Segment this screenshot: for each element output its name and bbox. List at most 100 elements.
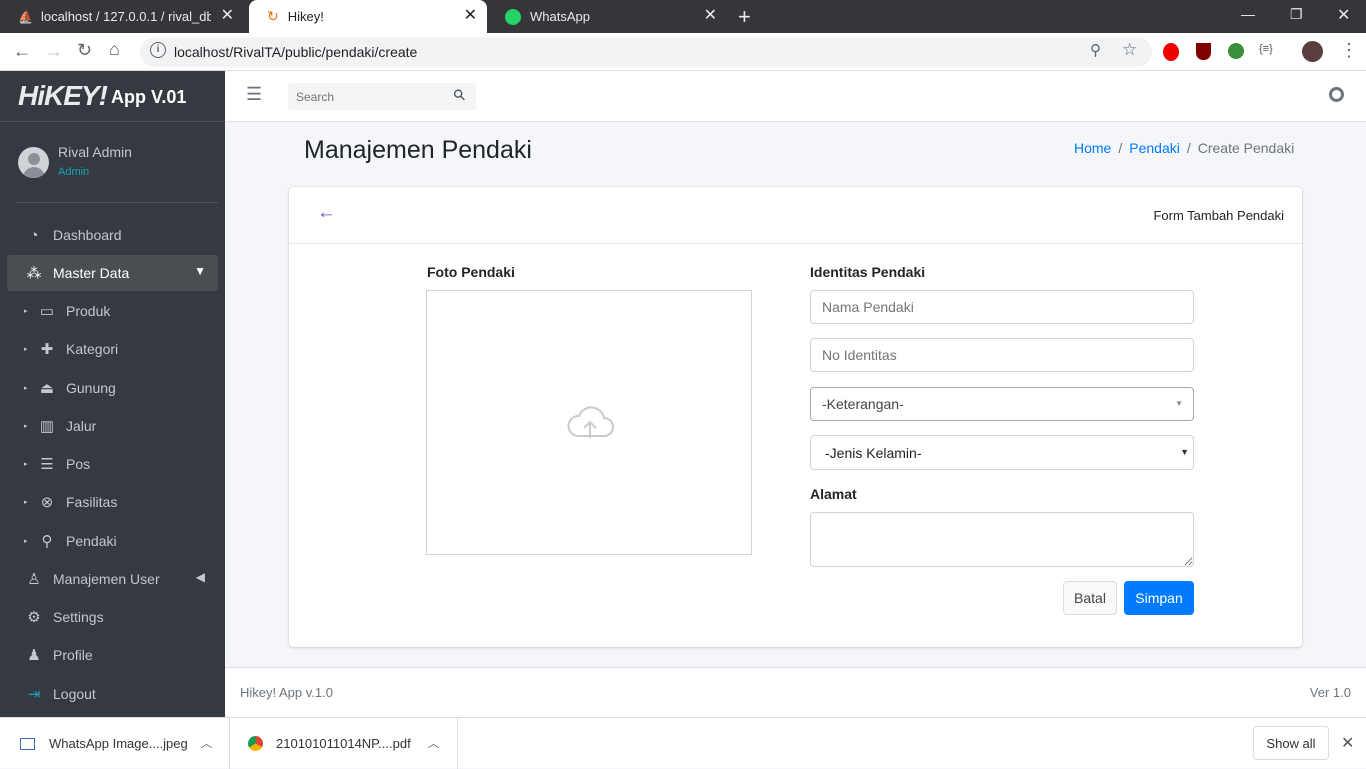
breadcrumb-separator: / [1118,140,1123,156]
sidebar-subitem-jalur[interactable]: ▸ ▥ Jalur [7,408,218,444]
breadcrumb-pendaki-link[interactable]: Pendaki [1129,140,1180,156]
user-role: Admin [58,166,90,178]
search-input[interactable] [288,83,448,110]
map-icon: ▥ [39,418,55,435]
dashboard-icon: ◔ [29,226,39,244]
address-bar-row: ← → ↻ ⌂ i localhost/RivalTA/public/penda… [0,33,1366,71]
sidebar-item-dashboard[interactable]: ◔ Dashboard [7,217,218,253]
sidebar-subitem-fasilitas[interactable]: ▸ ⊗ Fasilitas [7,484,218,520]
mountain-icon: ⏏ [39,380,55,397]
back-arrow-icon[interactable]: ← [317,202,336,224]
loading-icon: ↻ [267,8,279,24]
info-icon[interactable]: i [150,42,166,58]
nama-pendaki-input[interactable] [810,290,1194,324]
caret-right-icon: ▸ [24,461,28,468]
caret-right-icon: ▸ [24,308,28,315]
card-title: Form Tambah Pendaki [1153,208,1284,223]
chevron-up-icon[interactable]: ︿ [428,735,439,751]
browser-tab-whatsapp[interactable]: WhatsApp ✕ [487,0,727,33]
sidebar-item-label: Dashboard [53,227,122,243]
back-arrow-icon[interactable]: ← [13,41,31,62]
hamburger-menu-icon[interactable]: ☰ [246,84,262,105]
sidebar-subitem-kategori[interactable]: ▸ ✚ Kategori [7,331,218,367]
caret-right-icon: ▸ [24,346,28,353]
ublock-extension-icon[interactable] [1196,43,1211,60]
globe-extension-icon[interactable] [1228,43,1244,59]
caret-right-icon: ▸ [24,385,28,392]
keterangan-value: -Keterangan- [822,396,904,412]
sidebar-item-label: Master Data [53,265,130,281]
close-tab-icon[interactable]: ✕ [464,8,477,24]
photo-label: Foto Pendaki [427,264,515,280]
browser-menu-icon[interactable]: ⋮ [1340,40,1358,61]
show-all-button[interactable]: Show all [1253,726,1329,760]
download-filename: 210101011014NP....pdf [276,736,411,751]
cloud-upload-icon [567,406,614,438]
new-tab-button[interactable]: + [738,4,751,30]
search-icon[interactable]: ⚲ [449,85,470,105]
brand[interactable]: HiKEY! App V.01 [0,71,225,122]
profile-avatar-icon[interactable] [1302,41,1323,62]
home-icon[interactable]: ⌂ [109,39,120,60]
breadcrumb-separator: / [1186,140,1191,156]
json-extension-icon[interactable]: {≡} [1259,43,1273,55]
minimize-button[interactable]: — [1241,6,1255,22]
forward-arrow-icon[interactable]: → [45,41,63,62]
breadcrumb-home-link[interactable]: Home [1074,140,1111,156]
tab-title: localhost / 127.0.0.1 / rival_db / t [40,9,211,24]
caret-right-icon: ▸ [24,538,28,545]
restore-button[interactable]: ❐ [1290,6,1303,23]
avatar [18,147,49,178]
reload-icon[interactable]: ↻ [77,40,92,61]
sidebar-item-label: Profile [53,647,93,663]
close-download-bar-icon[interactable]: ✕ [1341,733,1354,753]
zoom-icon[interactable]: ⚲ [1090,41,1101,59]
no-identitas-input[interactable] [810,338,1194,372]
download-item[interactable]: WhatsApp Image....jpeg ︿ [0,718,230,769]
keterangan-select[interactable]: -Keterangan- ▼ [810,387,1194,421]
tab-title: Hikey! [287,9,324,24]
sidebar-item-profile[interactable]: ♟ Profile [7,637,218,673]
alamat-label: Alamat [810,486,857,502]
download-item[interactable]: 210101011014NP....pdf ︿ [231,718,458,769]
form-card: ← Form Tambah Pendaki Foto Pendaki Ident… [289,187,1302,647]
footer-version: Ver 1.0 [1309,685,1351,700]
close-window-button[interactable]: ✕ [1337,5,1350,25]
sidebar-subitem-gunung[interactable]: ▸ ⏏ Gunung [7,370,218,406]
footer-app-name: Hikey! App v.1.0 [240,685,333,700]
save-button[interactable]: Simpan [1124,581,1194,615]
sidebar-item-settings[interactable]: ⚙ Settings [7,599,218,635]
sidebar-item-label: Fasilitas [66,494,118,510]
sidebar-item-label: Gunung [66,380,116,396]
sidebar-item-logout[interactable]: ⇥ Logout [7,676,218,712]
whatsapp-icon [505,8,521,25]
photo-dropzone[interactable] [426,290,752,555]
box-icon: ▭ [39,303,55,320]
url-text[interactable]: localhost/RivalTA/public/pendaki/create [174,44,417,60]
sidebar-item-label: Logout [53,686,96,702]
logout-icon: ⇥ [27,686,41,703]
user-name[interactable]: Rival Admin [58,144,132,160]
sidebar-item-manajemen-user[interactable]: ♙ Manajemen User ◀ [7,561,218,597]
chevron-up-icon[interactable]: ︿ [201,735,212,751]
cancel-button[interactable]: Batal [1063,581,1117,615]
browser-tab-phpmyadmin[interactable]: ⛵ localhost / 127.0.0.1 / rival_db / t ✕ [0,0,244,33]
adblock-extension-icon[interactable] [1163,43,1179,61]
sidebar-subitem-produk[interactable]: ▸ ▭ Produk [7,293,218,329]
close-tab-icon[interactable]: ✕ [704,8,717,24]
jenis-kelamin-value: -Jenis Kelamin- [825,444,922,461]
sidebar-item-master-data[interactable]: ⁂ Master Data ▼ [7,255,218,291]
search-box: ⚲ [288,83,476,110]
sidebar-subitem-pos[interactable]: ▸ ☰ Pos [7,446,218,482]
url-bar[interactable]: i localhost/RivalTA/public/pendaki/creat… [140,37,1152,67]
jenis-kelamin-select[interactable]: -Jenis Kelamin- ▼ [810,435,1194,470]
alamat-textarea[interactable] [810,512,1194,567]
close-tab-icon[interactable]: ✕ [221,8,234,24]
lifering-icon: ⊗ [40,494,54,511]
browser-tab-hikey[interactable]: ↻ Hikey! ✕ [249,0,487,33]
breadcrumb: Home / Pendaki / Create Pendaki [1074,140,1294,156]
sidebar-subitem-pendaki[interactable]: ▸ ⚲ Pendaki [7,523,218,559]
bookmark-star-icon[interactable]: ☆ [1122,40,1137,60]
github-icon[interactable] [1329,87,1344,102]
brand-logo: HiKEY! [18,80,108,111]
